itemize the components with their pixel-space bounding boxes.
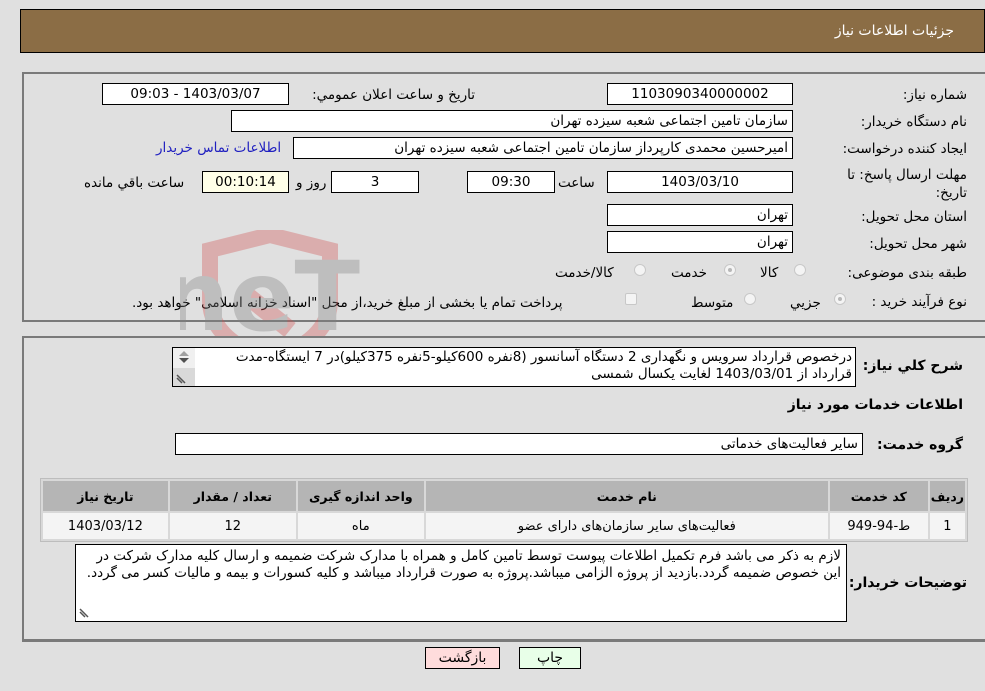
service-group-field: سایر فعالیت‌های خدماتی	[175, 433, 863, 455]
table-header-row: ردیف کد خدمت نام خدمت واحد اندازه گیری ت…	[43, 481, 965, 511]
category-radio-goods[interactable]	[794, 264, 806, 276]
days-label: روز و	[296, 175, 327, 191]
need-number-field: 1103090340000002	[607, 83, 793, 105]
treasury-checkbox-label: پرداخت تمام یا بخشی از مبلغ خرید،از محل …	[132, 295, 563, 311]
col-quantity: تعداد / مقدار	[169, 481, 296, 511]
table-row: 1 ط-94-949 فعالیت‌های سایر سازمان‌های دا…	[43, 513, 965, 539]
service-group-label: گروه خدمت:	[877, 437, 963, 453]
col-service-code: کد خدمت	[829, 481, 928, 511]
col-need-date: تاریخ نیاز	[43, 481, 168, 511]
cell-service-code: ط-94-949	[829, 513, 928, 539]
buyer-notes-textarea[interactable]: لازم به ذکر می باشد فرم تکمیل اطلاعات پی…	[75, 544, 847, 622]
requester-field: امیرحسین محمدی کارپرداز سازمان تامین اجت…	[293, 137, 793, 159]
col-service-name: نام خدمت	[425, 481, 828, 511]
requester-label: ایجاد کننده درخواست:	[842, 141, 967, 157]
description-scrollbar[interactable]	[173, 348, 195, 386]
province-field: تهران	[607, 204, 793, 226]
print-button[interactable]: چاپ	[519, 647, 581, 669]
resize-grip-icon[interactable]	[176, 374, 186, 384]
purchase-type-radio-medium[interactable]	[744, 293, 756, 305]
deadline-label: مهلت ارسال پاسخ: تا تاریخ:	[847, 167, 967, 201]
category-radio-service[interactable]	[724, 264, 736, 276]
page-title: جزئیات اطلاعات نیاز	[834, 23, 954, 39]
deadline-time-field: 09:30	[467, 171, 555, 193]
deadline-time-label: ساعت	[558, 175, 595, 191]
services-section-title: اطلاعات خدمات مورد نیاز	[787, 397, 963, 413]
cell-need-date: 1403/03/12	[43, 513, 168, 539]
back-button[interactable]: بازگشت	[425, 647, 500, 669]
col-unit: واحد اندازه گیری	[297, 481, 424, 511]
page-header: جزئیات اطلاعات نیاز	[20, 9, 985, 53]
buyer-org-label: نام دستگاه خریدار:	[860, 114, 967, 130]
purchase-type-option-minor: جزيي	[790, 295, 821, 311]
description-text: درخصوص قرارداد سرویس و نگهداری 2 دستگاه …	[235, 349, 852, 382]
announce-datetime-label: تاریخ و ساعت اعلان عمومي:	[312, 87, 475, 103]
cell-unit: ماه	[297, 513, 424, 539]
deadline-date-field: 1403/03/10	[607, 171, 793, 193]
buyer-notes-text: لازم به ذکر می باشد فرم تکمیل اطلاعات پی…	[86, 548, 841, 581]
buyer-org-field: سازمان تامین اجتماعی شعبه سیزده تهران	[231, 110, 793, 132]
category-option-goods-service: کالا/خدمت	[555, 265, 614, 281]
buyer-notes-label: توضیحات خریدار:	[848, 575, 967, 591]
remaining-time-label: ساعت باقي مانده	[84, 175, 185, 191]
category-option-service: خدمت	[671, 265, 707, 281]
cell-row-number: 1	[929, 513, 965, 539]
col-row-number: ردیف	[929, 481, 965, 511]
treasury-checkbox[interactable]	[625, 293, 637, 305]
remaining-days-field: 3	[331, 171, 419, 193]
scroll-up-icon[interactable]	[179, 351, 189, 356]
description-textarea[interactable]: درخصوص قرارداد سرویس و نگهداری 2 دستگاه …	[172, 347, 856, 387]
announce-datetime-field: 1403/03/07 - 09:03	[102, 83, 289, 105]
category-radio-goods-service[interactable]	[634, 264, 646, 276]
city-field: تهران	[607, 231, 793, 253]
category-label: طبقه بندی موضوعی:	[847, 265, 967, 281]
purchase-type-radio-minor[interactable]	[834, 293, 846, 305]
scroll-down-icon[interactable]	[179, 358, 189, 363]
city-label: شهر محل تحویل:	[869, 236, 967, 252]
buyer-contact-link[interactable]: اطلاعات تماس خریدار	[156, 140, 281, 156]
province-label: استان محل تحویل:	[861, 209, 967, 225]
cell-quantity: 12	[169, 513, 296, 539]
footer-divider	[22, 640, 985, 642]
purchase-type-label: نوع فرآیند خرید :	[871, 294, 967, 310]
need-number-label: شماره نیاز:	[902, 87, 967, 103]
purchase-type-option-medium: متوسط	[691, 295, 734, 311]
category-option-goods: کالا	[760, 265, 779, 281]
services-table: ردیف کد خدمت نام خدمت واحد اندازه گیری ت…	[40, 478, 968, 542]
cell-service-name: فعالیت‌های سایر سازمان‌های دارای عضو	[425, 513, 828, 539]
resize-grip-icon[interactable]	[79, 608, 89, 618]
remaining-time-field: 00:10:14	[202, 171, 289, 193]
description-label: شرح کلي نیاز:	[862, 358, 963, 374]
